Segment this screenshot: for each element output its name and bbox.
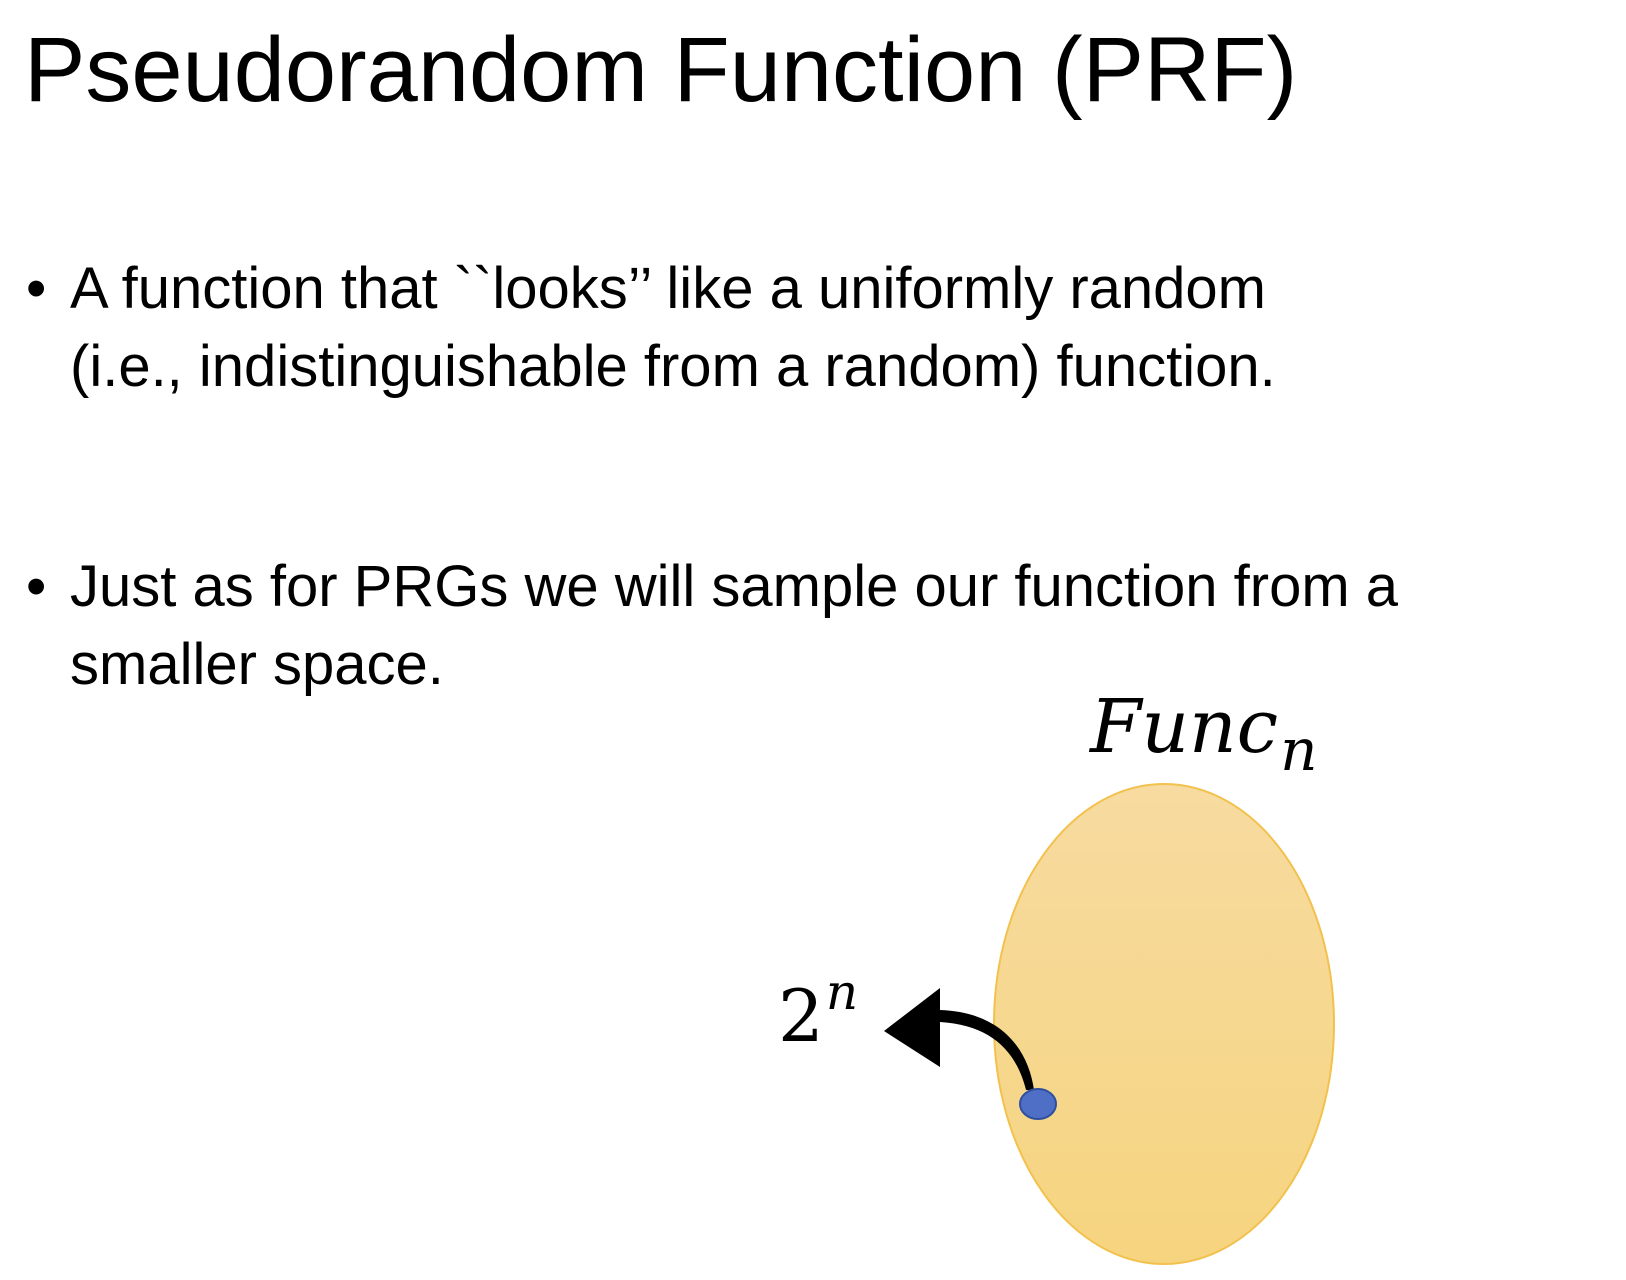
bullet-item-sampling: • Just as for PRGs we will sample our fu… [22, 548, 1612, 704]
curved-arrow [884, 988, 1034, 1090]
func-n-base: Func [1090, 684, 1279, 770]
bullet-line: smaller space. [70, 632, 444, 697]
bullet-marker: • [26, 554, 47, 619]
two-to-n-label: 2n [778, 967, 858, 1052]
bullet-line: A function that ``looks’’ like a uniform… [70, 256, 1266, 321]
slide-title: Pseudorandom Function (PRF) [24, 19, 1298, 121]
two-to-n-superscript: n [825, 963, 859, 1021]
two-to-n-base: 2 [778, 974, 824, 1058]
bullet-line: (i.e., indistinguishable from a random) … [70, 334, 1276, 399]
function-space-ellipse [993, 783, 1335, 1265]
bullet-marker: • [26, 256, 47, 321]
bullet-list: • A function that ``looks’’ like a unifo… [22, 250, 1612, 704]
func-n-subscript: n [1280, 716, 1318, 784]
sample-point-dot [1019, 1088, 1057, 1120]
bullet-line: Just as for PRGs we will sample our func… [70, 554, 1399, 619]
bullet-item-prf-definition: • A function that ``looks’’ like a unifo… [22, 250, 1612, 406]
func-n-label: Funcn [1090, 690, 1317, 779]
